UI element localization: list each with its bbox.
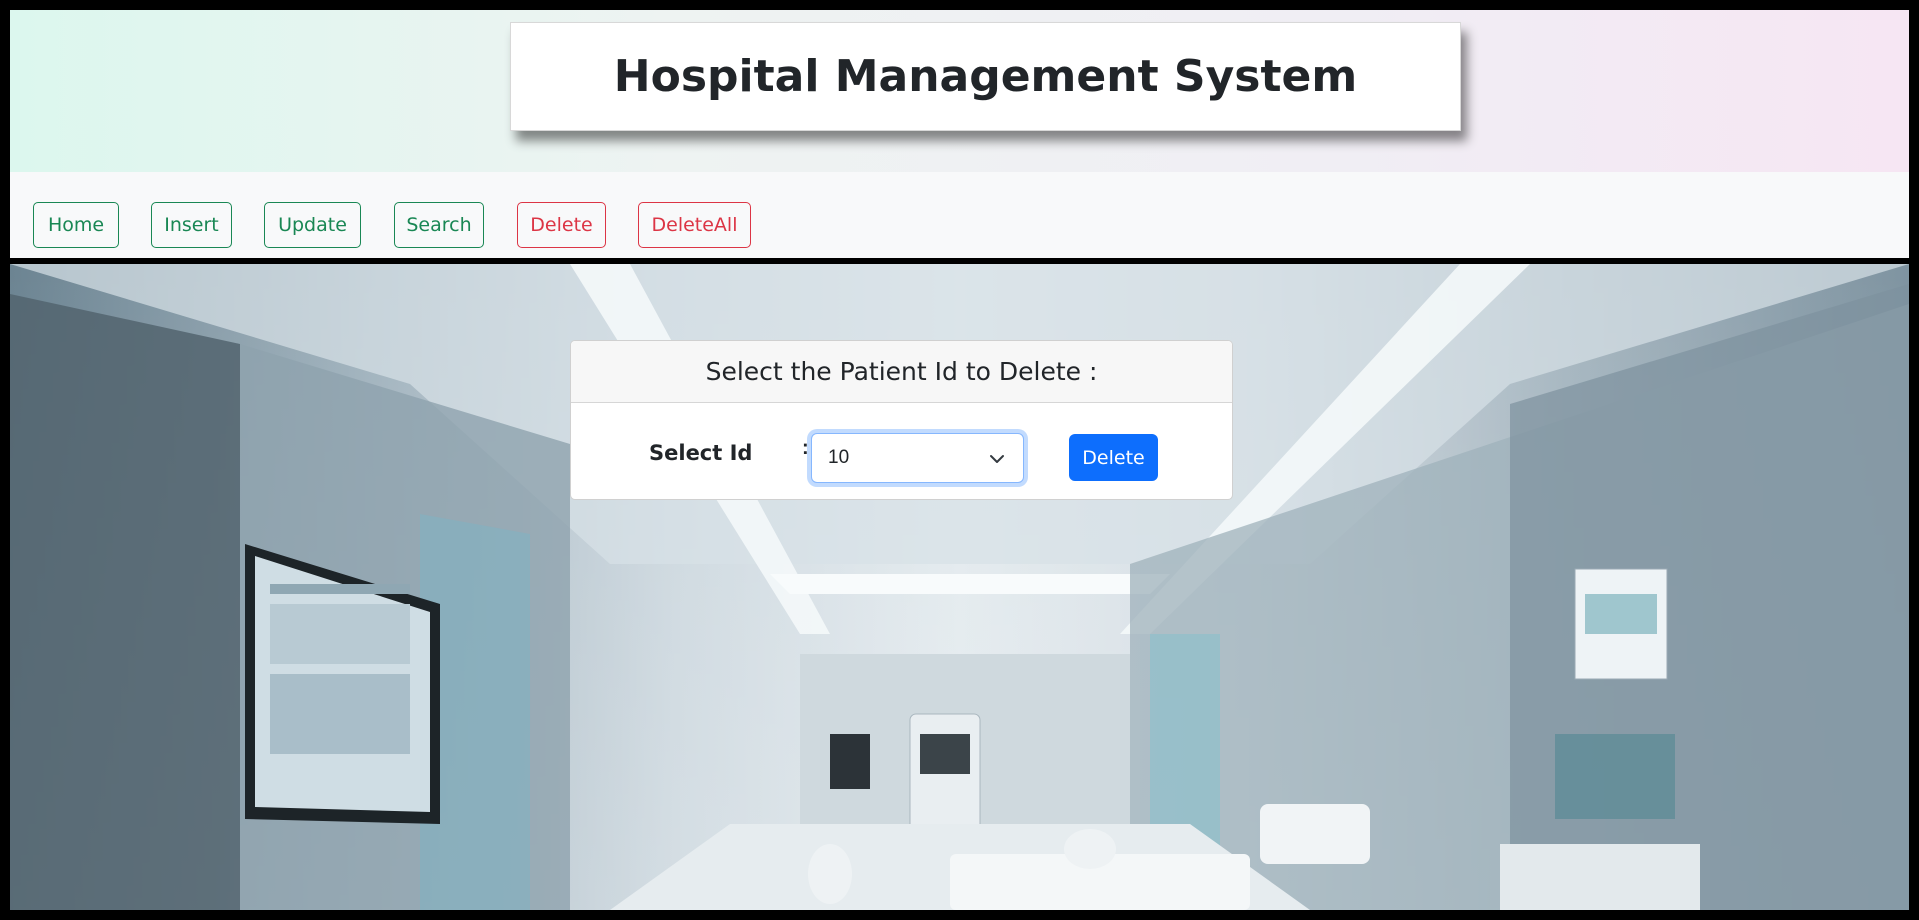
- patient-id-select[interactable]: 10: [811, 433, 1024, 483]
- nav-update-button[interactable]: Update: [264, 202, 361, 248]
- delete-button[interactable]: Delete: [1069, 434, 1158, 481]
- navbar: Home Insert Update Search Delete DeleteA…: [10, 172, 1909, 258]
- nav-delete-button[interactable]: Delete: [517, 202, 606, 248]
- delete-card: Select the Patient Id to Delete : Select…: [570, 340, 1233, 500]
- page-header: Hospital Management System: [10, 10, 1909, 172]
- card-body: Select Id : 10 Delete: [571, 403, 1232, 499]
- title-box: Hospital Management System: [510, 22, 1461, 131]
- nav-home-button[interactable]: Home: [33, 202, 119, 248]
- nav-search-button[interactable]: Search: [394, 202, 484, 248]
- card-header: Select the Patient Id to Delete :: [571, 341, 1232, 403]
- selected-id-value: 10: [828, 447, 850, 468]
- chevron-down-icon: [990, 455, 1004, 463]
- nav-insert-button[interactable]: Insert: [151, 202, 232, 248]
- page-title: Hospital Management System: [613, 51, 1358, 102]
- nav-delete-all-button[interactable]: DeleteAll: [638, 202, 751, 248]
- label-colon: :: [802, 437, 809, 459]
- select-id-label: Select Id: [649, 441, 753, 465]
